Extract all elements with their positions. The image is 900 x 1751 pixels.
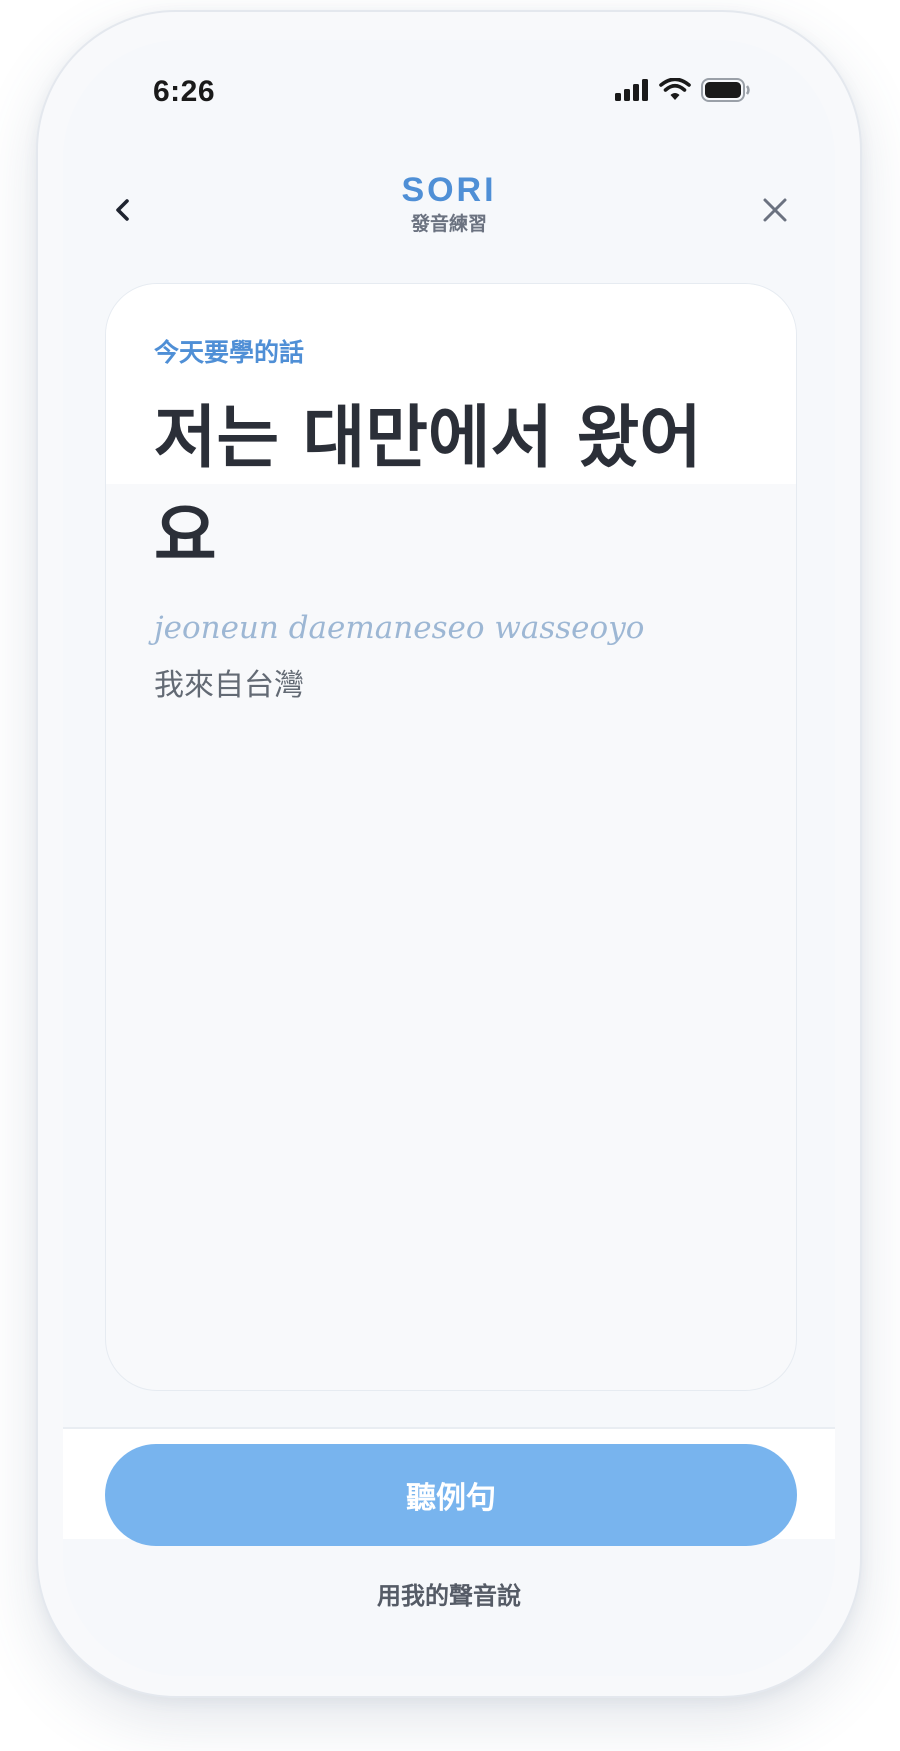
phrase-card: 今天要學的話 저는 대만에서 왔어요 jeoneun daemaneseo wa… — [105, 283, 797, 1391]
status-time: 6:26 — [153, 75, 216, 108]
app-title: SORI — [401, 171, 497, 209]
wifi-icon — [659, 78, 691, 100]
translation: 我來自台灣 — [154, 668, 304, 703]
nav-titles: SORI 發音練習 — [63, 170, 835, 238]
app-screen: 6:26 SORI 發音練習 今天要學的話 저는 대만에서 왔어요 jeoneu… — [63, 40, 835, 1676]
nav-bar: SORI 發音練習 — [63, 160, 835, 260]
card-content: 今天要學的話 저는 대만에서 왔어요 jeoneun daemaneseo wa… — [154, 336, 774, 708]
close-button[interactable] — [755, 190, 795, 230]
korean-sentence: 저는 대만에서 왔어요 — [154, 399, 702, 576]
romanization: jeoneun daemaneseo wasseoyo — [154, 610, 645, 646]
close-icon — [763, 198, 787, 222]
phone-frame: 6:26 SORI 發音練習 今天要學的話 저는 대만에서 왔어요 jeoneu… — [36, 10, 862, 1698]
battery-icon — [701, 78, 750, 102]
status-icons — [615, 78, 751, 102]
speak-with-my-voice-button[interactable]: 用我的聲音說 — [63, 1576, 835, 1611]
card-label: 今天要學的話 — [154, 338, 305, 367]
listen-example-button[interactable]: 聽例句 — [105, 1444, 797, 1546]
app-subtitle: 發音練習 — [410, 213, 487, 235]
status-bar: 6:26 — [63, 40, 835, 130]
cellular-signal-icon — [615, 79, 648, 101]
